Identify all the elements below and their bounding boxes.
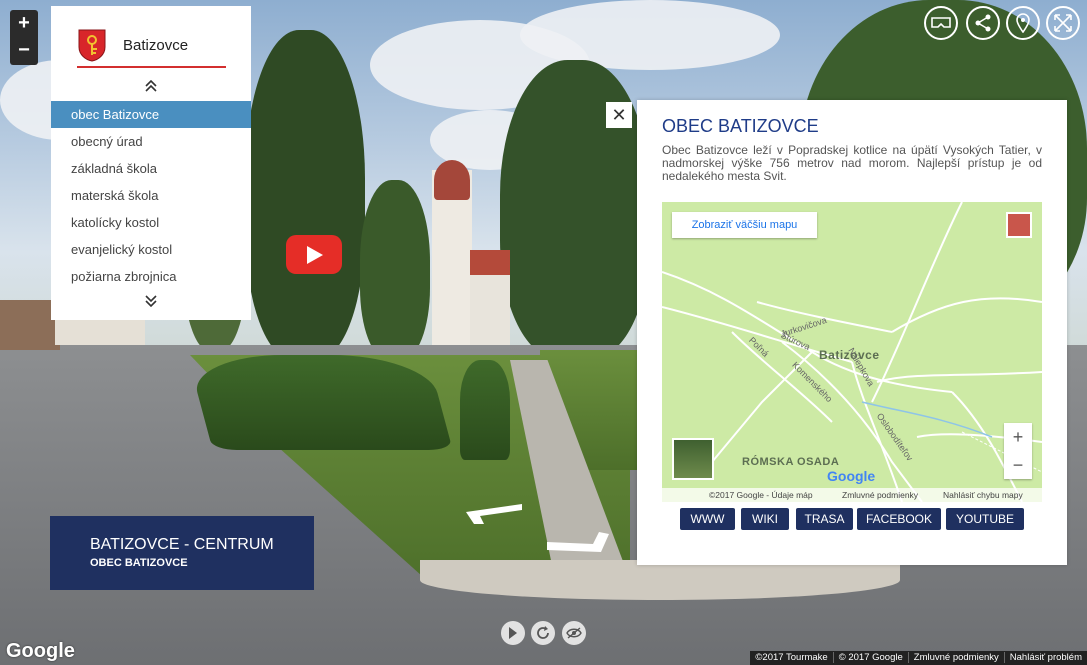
church-roof [470,250,510,275]
panel-title: OBEC BATIZOVCE [662,116,819,136]
menu-item[interactable]: materská škola [51,182,251,209]
map-attribution: ©2017 Google - Údaje máp Zmluvné podmien… [662,488,1042,502]
menu-item[interactable]: katolícky kostol [51,209,251,236]
pegman-icon[interactable] [1006,212,1032,238]
location-title: BATIZOVCE - CENTRUM [90,536,274,553]
curb [420,560,900,600]
tree [245,30,365,360]
location-label: BATIZOVCE - CENTRUM OBEC BATIZOVCE [50,516,314,590]
footer-bar: ©2017 Tourmake © 2017 Google Zmluvné podmi… [750,651,1087,665]
fullscreen-button[interactable] [1046,6,1080,40]
church-dome [434,160,470,200]
refresh-icon [537,626,549,639]
tourmake-link[interactable]: ©2017 Tourmake [750,652,832,663]
map-zoom-control: + − [1004,423,1032,479]
location-menu: Batizovce obec Batizovce obecný úrad zákla… [51,6,251,320]
close-panel-button[interactable]: ✕ [606,102,632,128]
vr-button[interactable] [924,6,958,40]
autoplay-button[interactable] [501,621,525,645]
www-button[interactable]: WWW [680,508,735,530]
google-copyright-link[interactable]: © 2017 Google [832,652,908,663]
nav-arrow-right[interactable] [545,530,611,554]
menu-list: obec Batizovce obecný úrad základná škola m… [51,101,251,290]
map-zoom-in-button[interactable]: + [1004,423,1032,451]
hide-hotspots-button[interactable] [562,621,586,645]
youtube-play-button[interactable] [286,235,342,274]
brand-underline [77,66,226,68]
map-pin-icon [1016,13,1030,33]
double-chevron-down-icon [145,295,157,308]
play-icon [307,246,323,264]
nav-arrow-left[interactable] [464,502,524,526]
zoom-in-button[interactable]: + [10,10,38,37]
scroll-down-button[interactable] [51,290,251,320]
google-map[interactable]: Zobraziť väčšiu mapu Batizovce RÓMSKA OS… [662,202,1042,502]
menu-item[interactable]: evanjelický kostol [51,236,251,263]
play-icon [509,627,517,639]
location-button[interactable] [1006,6,1040,40]
report-problem-link[interactable]: Nahlásiť problém [1003,652,1087,663]
scroll-up-button[interactable] [51,71,251,101]
map-zoom-out-button[interactable]: − [1004,451,1032,479]
zoom-out-button[interactable]: − [10,37,38,64]
wiki-button[interactable]: WIKI [741,508,789,530]
satellite-toggle-button[interactable] [672,438,714,480]
cloud [520,0,780,70]
terms-link[interactable]: Zmluvné podmienky [907,652,1004,663]
map-report-link[interactable]: Nahlásiť chybu mapy [943,488,1023,502]
facebook-button[interactable]: FACEBOOK [857,508,941,530]
vr-headset-icon [931,17,951,28]
coat-of-arms-icon [78,29,106,62]
info-panel: OBEC BATIZOVCE Obec Batizovce leží v Pop… [637,100,1067,565]
map-data-link[interactable]: ©2017 Google - Údaje máp [709,488,813,502]
menu-item[interactable]: obecný úrad [51,128,251,155]
youtube-button[interactable]: YOUTUBE [946,508,1024,530]
google-logo: Google [6,640,75,662]
eye-slash-icon [566,627,582,639]
map-area-label: RÓMSKA OSADA [742,456,840,468]
hedge [460,360,510,460]
menu-header: Batizovce [51,6,251,71]
brand-name: Batizovce [123,37,189,54]
zoom-control: + − [10,10,38,65]
menu-item[interactable]: obec Batizovce [51,101,251,128]
menu-item[interactable]: základná škola [51,155,251,182]
trasa-button[interactable]: TRASA [796,508,853,530]
location-subtitle: OBEC BATIZOVCE [90,557,188,569]
menu-item[interactable]: požiarna zbrojnica [51,263,251,290]
panel-description: Obec Batizovce leží v Popradskej kotlice… [662,143,1042,183]
double-chevron-up-icon [145,79,157,92]
fullscreen-icon [1054,14,1072,32]
bigger-map-button[interactable]: Zobraziť väčšiu mapu [672,212,817,238]
rotate-button[interactable] [531,621,555,645]
tree [360,180,430,360]
share-button[interactable] [966,6,1000,40]
map-terms-link[interactable]: Zmluvné podmienky [842,488,918,502]
map-google-logo: Google [827,468,876,484]
share-icon [975,14,991,32]
